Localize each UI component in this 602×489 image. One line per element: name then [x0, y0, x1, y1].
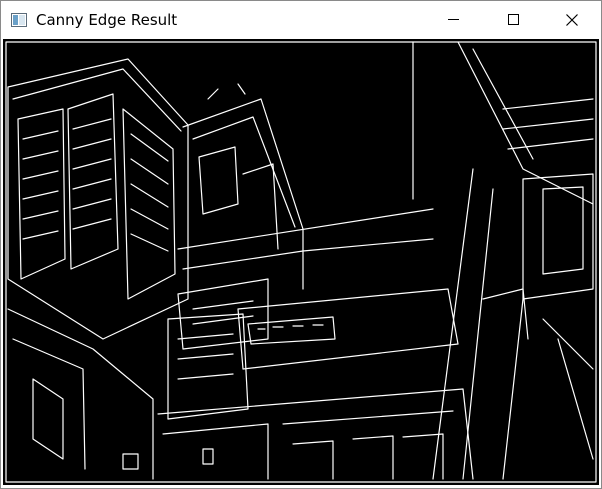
maximize-icon: [508, 14, 520, 26]
window-title: Canny Edge Result: [36, 11, 178, 29]
edge-map-canvas: [3, 39, 599, 485]
maximize-button[interactable]: [491, 1, 537, 39]
title-bar[interactable]: Canny Edge Result: [1, 1, 601, 39]
app-window-icon: [11, 12, 27, 27]
app-window: Canny Edge Result: [0, 0, 602, 489]
close-button[interactable]: [549, 1, 595, 39]
edge-image: [3, 39, 599, 485]
close-icon: [566, 14, 578, 26]
minimize-button[interactable]: [431, 1, 477, 39]
minimize-icon: [448, 19, 460, 21]
